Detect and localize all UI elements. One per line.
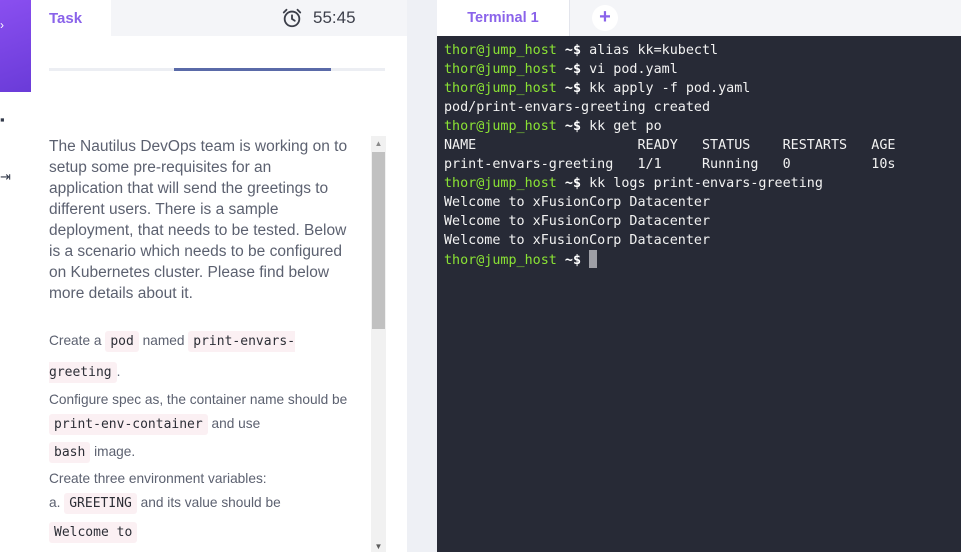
terminal-command: vi pod.yaml bbox=[589, 62, 678, 77]
terminal-prompt: thor@jump_host bbox=[444, 81, 557, 96]
terminal-command: kk get po bbox=[589, 119, 662, 134]
terminal-command-line: thor@jump_host ~$ vi pod.yaml bbox=[444, 60, 961, 79]
terminal-command-line: thor@jump_host ~$ kk logs print-envars-g… bbox=[444, 174, 961, 193]
collapse-chevron-icon[interactable]: › bbox=[0, 18, 4, 32]
prompt-symbol: ~$ bbox=[556, 81, 590, 96]
terminal-cursor bbox=[589, 250, 598, 268]
terminal-command: kk logs print-envars-greeting bbox=[589, 176, 823, 191]
scroll-up-arrow-icon[interactable]: ▲ bbox=[371, 136, 386, 151]
terminal-tab-bar: Terminal 1 + bbox=[437, 0, 961, 36]
step-text: image. bbox=[94, 444, 136, 459]
add-terminal-button[interactable]: + bbox=[592, 5, 618, 31]
left-rail: › ▪ ⇥ bbox=[0, 0, 31, 552]
terminal-output-line: Welcome to xFusionCorp Datacenter bbox=[444, 214, 711, 229]
prompt-symbol: ~$ bbox=[556, 43, 590, 58]
task-panel: Task 55:45 The Nautilus DevOps team is w… bbox=[31, 0, 407, 552]
terminal-command-line: thor@jump_host ~$ bbox=[444, 250, 961, 269]
task-header: Task 55:45 bbox=[31, 0, 407, 36]
terminal-output-line: Welcome to xFusionCorp Datacenter bbox=[444, 195, 711, 210]
terminal-panel: Terminal 1 + thor@jump_host ~$ alias kk=… bbox=[437, 0, 961, 552]
terminal-prompt: thor@jump_host bbox=[444, 62, 557, 77]
terminal-output-line: print-envars-greeting 1/1 Running 0 10s bbox=[444, 157, 896, 172]
panel-divider[interactable] bbox=[407, 0, 437, 552]
terminal-output-line: NAME READY STATUS RESTARTS AGE bbox=[444, 138, 896, 153]
step-2: Configure spec as, the container name sh… bbox=[49, 388, 349, 437]
terminal-command: alias kk=kubectl bbox=[589, 43, 719, 58]
scroll-thumb[interactable] bbox=[372, 152, 385, 329]
terminal-output[interactable]: thor@jump_host ~$ alias kk=kubectl thor@j… bbox=[437, 36, 961, 552]
code-snippet: Welcome to bbox=[49, 522, 138, 543]
step-text: Configure spec as, the container name sh… bbox=[49, 392, 348, 407]
alarm-clock-icon bbox=[282, 8, 302, 28]
terminal-prompt: thor@jump_host bbox=[444, 43, 557, 58]
terminal-command-line: thor@jump_host ~$ alias kk=kubectl bbox=[444, 41, 961, 60]
scroll-down-arrow-icon[interactable]: ▼ bbox=[371, 542, 386, 552]
step-text: and its value should be bbox=[140, 495, 281, 510]
code-snippet: bash bbox=[49, 442, 91, 463]
code-snippet: print-env-container bbox=[49, 414, 208, 435]
task-steps: Create a pod named print-envars-greeting… bbox=[49, 326, 349, 548]
step-4-cont: Welcome to bbox=[49, 517, 349, 548]
progress-fill bbox=[174, 68, 331, 71]
timer-text: 55:45 bbox=[313, 8, 356, 27]
step-text: . bbox=[116, 364, 121, 379]
step-text: a. bbox=[49, 495, 61, 510]
layout-icon[interactable]: ▪ bbox=[0, 113, 10, 127]
task-intro: The Nautilus DevOps team is working on t… bbox=[49, 138, 348, 302]
terminal-command-line: thor@jump_host ~$ kk get po bbox=[444, 117, 961, 136]
prompt-symbol: ~$ bbox=[556, 253, 590, 268]
step-4: a. GREETING and its value should be bbox=[49, 490, 349, 517]
step-1: Create a pod named print-envars-greeting… bbox=[49, 326, 349, 388]
rail-brand-area: › bbox=[0, 0, 31, 92]
step-text: Create a bbox=[49, 333, 102, 348]
step-2-cont: bash image. bbox=[49, 437, 349, 468]
timer: 55:45 bbox=[281, 6, 356, 30]
prompt-symbol: ~$ bbox=[556, 119, 590, 134]
progress-bar bbox=[49, 68, 385, 71]
exit-icon[interactable]: ⇥ bbox=[0, 170, 11, 184]
task-description: The Nautilus DevOps team is working on t… bbox=[49, 136, 349, 548]
tab-task[interactable]: Task bbox=[31, 0, 111, 36]
terminal-output-line: Welcome to xFusionCorp Datacenter bbox=[444, 233, 711, 248]
step-text: and use bbox=[211, 416, 261, 431]
terminal-prompt: thor@jump_host bbox=[444, 253, 557, 268]
terminal-command: kk apply -f pod.yaml bbox=[589, 81, 751, 96]
prompt-symbol: ~$ bbox=[556, 62, 590, 77]
tab-terminal-1[interactable]: Terminal 1 bbox=[437, 0, 570, 36]
step-3: Create three environment variables: bbox=[49, 471, 267, 486]
task-scrollbar[interactable]: ▲ ▼ bbox=[371, 136, 386, 552]
code-snippet: pod bbox=[105, 331, 139, 352]
code-snippet: GREETING bbox=[64, 493, 137, 514]
terminal-command-line: thor@jump_host ~$ kk apply -f pod.yaml bbox=[444, 79, 961, 98]
prompt-symbol: ~$ bbox=[556, 176, 590, 191]
terminal-prompt: thor@jump_host bbox=[444, 119, 557, 134]
terminal-prompt: thor@jump_host bbox=[444, 176, 557, 191]
terminal-output-line: pod/print-envars-greeting created bbox=[444, 100, 711, 115]
step-text: named bbox=[142, 333, 185, 348]
